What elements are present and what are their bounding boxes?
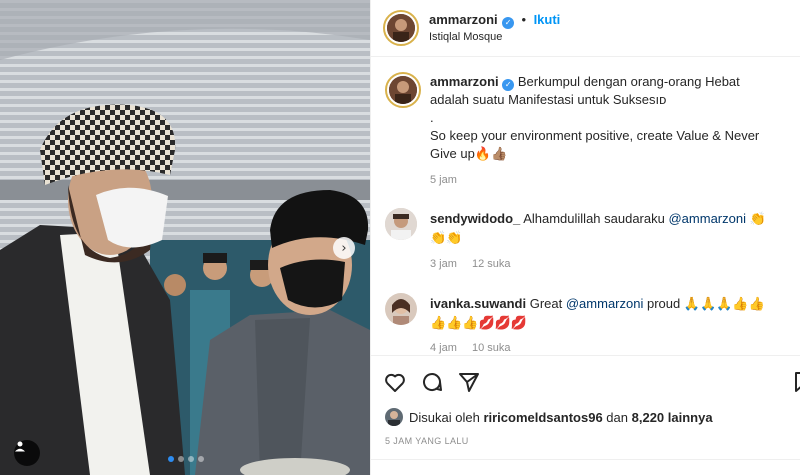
bookmark-icon[interactable] <box>791 370 800 394</box>
carousel-dot <box>178 456 184 462</box>
caption-username[interactable]: ammarzoni <box>430 74 499 89</box>
comment-time: 3 jam <box>430 258 457 270</box>
liker-username[interactable]: riricomeldsantos96 <box>483 410 602 425</box>
commenter-avatar[interactable] <box>385 208 417 240</box>
add-comment-area[interactable] <box>371 459 800 475</box>
caption-emoji: 🔥👍🏽 <box>474 147 508 162</box>
caption-time: 5 jam <box>430 174 457 186</box>
separator-dot: • <box>521 12 527 27</box>
post-actions: Disukai oleh riricomeldsantos96 dan 8,22… <box>371 355 800 475</box>
comment-time: 4 jam <box>430 342 457 354</box>
commenter-username[interactable]: ivanka.suwandi <box>430 296 526 311</box>
liker-avatar[interactable] <box>385 408 403 426</box>
post-location[interactable]: Istiqlal Mosque <box>429 31 502 43</box>
user-tag-button[interactable] <box>14 440 40 466</box>
verified-icon: ✓ <box>502 17 515 29</box>
comment-text: Alhamdulillah saudaraku <box>523 211 665 226</box>
caption-line2: . <box>430 110 434 125</box>
post-header: ammarzoni ✓ • Ikuti Istiqlal Mosque <box>371 0 800 57</box>
chevron-right-icon: › <box>341 240 347 256</box>
commenter-username[interactable]: sendywidodo_ <box>430 211 520 226</box>
likes-prefix: Disukai oleh <box>409 409 480 425</box>
likes-count[interactable]: 8,220 lainnya <box>632 410 713 425</box>
comment-icon[interactable] <box>420 370 444 394</box>
share-icon[interactable] <box>457 370 481 394</box>
photo-illustration <box>0 0 370 475</box>
caption-meta: 5 jam <box>430 174 469 186</box>
user-tag-icon <box>15 441 25 452</box>
likes-summary: Disukai oleh riricomeldsantos96 dan 8,22… <box>385 408 713 426</box>
next-photo-button[interactable]: › <box>333 237 355 259</box>
post-sidebar: ammarzoni ✓ • Ikuti Istiqlal Mosque amma… <box>370 0 800 475</box>
heart-icon[interactable] <box>383 370 407 394</box>
comment-likes[interactable]: 10 suka <box>472 342 511 354</box>
carousel-dot-active <box>168 456 174 462</box>
follow-button[interactable]: Ikuti <box>534 12 561 27</box>
author-avatar[interactable] <box>383 10 419 46</box>
comment-mention[interactable]: @ammarzoni <box>668 211 746 226</box>
comment-text-after: proud <box>646 296 681 311</box>
comments-section: ammarzoni ✓ Berkumpul dengan orang-orang… <box>371 58 800 354</box>
post-timestamp[interactable]: 5 JAM YANG LALU <box>385 436 469 446</box>
carousel-dot <box>188 456 194 462</box>
comment-likes[interactable]: 12 suka <box>472 258 511 270</box>
comment-text: Great <box>529 296 563 311</box>
comment-mention[interactable]: @ammarzoni <box>566 296 644 311</box>
caption-avatar[interactable] <box>385 72 421 108</box>
post-photo[interactable]: › <box>0 0 370 475</box>
commenter-avatar[interactable] <box>385 293 417 325</box>
likes-middle: dan <box>606 409 628 425</box>
author-username[interactable]: ammarzoni <box>429 12 498 27</box>
verified-icon: ✓ <box>502 79 515 91</box>
comment-meta: 3 jam 12 suka <box>430 258 523 270</box>
comment-meta: 4 jam 10 suka <box>430 342 523 354</box>
carousel-dot <box>198 456 204 462</box>
carousel-indicator <box>168 456 204 462</box>
